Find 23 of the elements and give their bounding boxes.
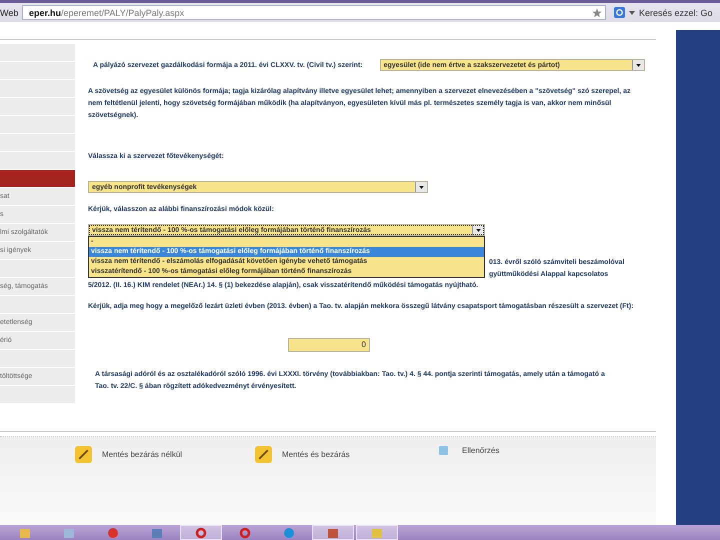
action-button[interactable]: Mentés és bezárás [255, 446, 435, 463]
amount-field[interactable]: 0 [288, 338, 370, 352]
ball-icon [195, 526, 207, 538]
ball-icon [107, 526, 119, 538]
ball-icon [283, 526, 295, 538]
address-bar[interactable]: eper.hu/eperemet/PALY/PalyPaly.aspx [22, 5, 606, 20]
dropdown-icon[interactable] [415, 182, 427, 192]
tab-title[interactable]: Web [0, 8, 18, 18]
star-icon[interactable] [592, 8, 602, 18]
taskbar-app[interactable] [312, 525, 354, 540]
dropdown-icon[interactable] [632, 60, 644, 70]
search-engine-icon[interactable] [614, 7, 625, 18]
ball-icon [239, 526, 251, 538]
pencil-icon [255, 446, 272, 463]
caret-icon[interactable] [629, 10, 635, 14]
search-field[interactable]: Keresés ezzel: Go [639, 8, 720, 18]
dropdown-icon[interactable] [472, 225, 484, 235]
taskbar-app[interactable] [180, 525, 222, 540]
pencil-icon [75, 446, 92, 463]
square-icon [439, 446, 448, 455]
action-button[interactable]: Mentés bezárás nélkül [75, 446, 255, 463]
sidebar-item[interactable] [0, 170, 75, 188]
action-button[interactable]: Ellenőrzés [435, 446, 615, 455]
